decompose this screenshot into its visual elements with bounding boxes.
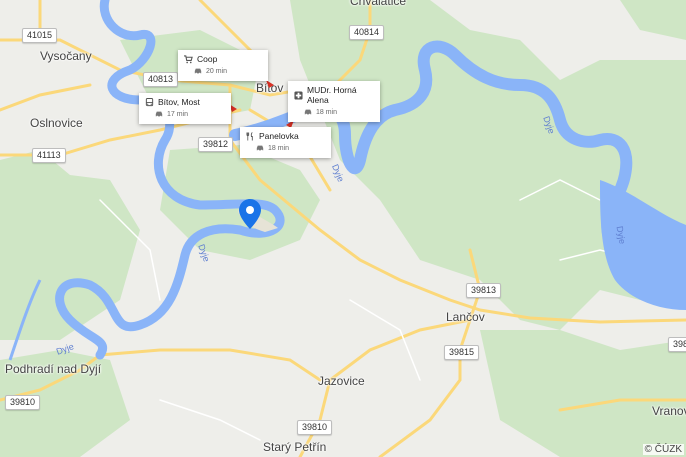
place-jazovice: Jazovice — [318, 374, 365, 388]
poi-title: Panelovka — [259, 131, 299, 141]
poi-title: Coop — [197, 54, 218, 64]
road-shield-39813: 39813 — [466, 283, 502, 298]
road-shield-41113: 41113 — [32, 148, 66, 163]
map-base-layer — [0, 0, 686, 457]
poi-card-coop[interactable]: Coop 20 min — [178, 50, 268, 81]
road-shield-40814: 40814 — [349, 25, 385, 40]
place-oslnovice: Oslnovice — [30, 116, 83, 130]
place-stary-petrin: Starý Petřín — [263, 440, 327, 454]
car-icon — [304, 108, 313, 117]
poi-card-bitov-most[interactable]: Bítov, Most 17 min — [139, 93, 231, 124]
poi-travel-time: 18 min — [268, 145, 290, 152]
car-icon — [256, 144, 265, 153]
poi-card-mudr[interactable]: MUDr. Horná Alena 18 min — [288, 81, 380, 122]
forest-areas — [0, 0, 686, 457]
restaurant-icon — [246, 131, 255, 141]
car-icon — [194, 67, 203, 76]
location-pin-icon[interactable] — [239, 199, 261, 229]
bus-icon — [145, 97, 154, 107]
road-shield-40813: 40813 — [143, 72, 179, 87]
road-shield-41015: 41015 — [22, 28, 58, 43]
road-shield-39815: 39815 — [444, 345, 480, 360]
road-shield-39810: 39810 — [5, 395, 41, 410]
car-icon — [155, 110, 164, 119]
poi-travel-time: 18 min — [316, 109, 338, 116]
medical-cross-icon — [294, 90, 303, 100]
place-vranov: Vranov — [652, 404, 686, 418]
road-shield-39810: 39810 — [297, 420, 333, 435]
poi-title: MUDr. Horná Alena — [307, 85, 357, 105]
map-canvas[interactable]: Chvalatice Vysočany Bítov Oslnovice Lanč… — [0, 0, 686, 457]
shopping-cart-icon — [184, 54, 193, 64]
poi-travel-time: 17 min — [167, 111, 189, 118]
road-shield-398: 398 — [668, 337, 686, 352]
place-chvalatice: Chvalatice — [350, 0, 407, 8]
map-attribution: © ČÚZK — [642, 444, 684, 455]
poi-travel-time: 20 min — [206, 68, 228, 75]
place-podhradi: Podhradí nad Dyjí — [5, 362, 102, 376]
place-vysocany: Vysočany — [40, 49, 92, 63]
road-shield-39812: 39812 — [198, 137, 234, 152]
poi-title: Bítov, Most — [158, 97, 200, 107]
direction-marker-icon — [266, 80, 274, 88]
poi-card-panelovka[interactable]: Panelovka 18 min — [240, 127, 331, 158]
place-lancov: Lančov — [446, 310, 485, 324]
